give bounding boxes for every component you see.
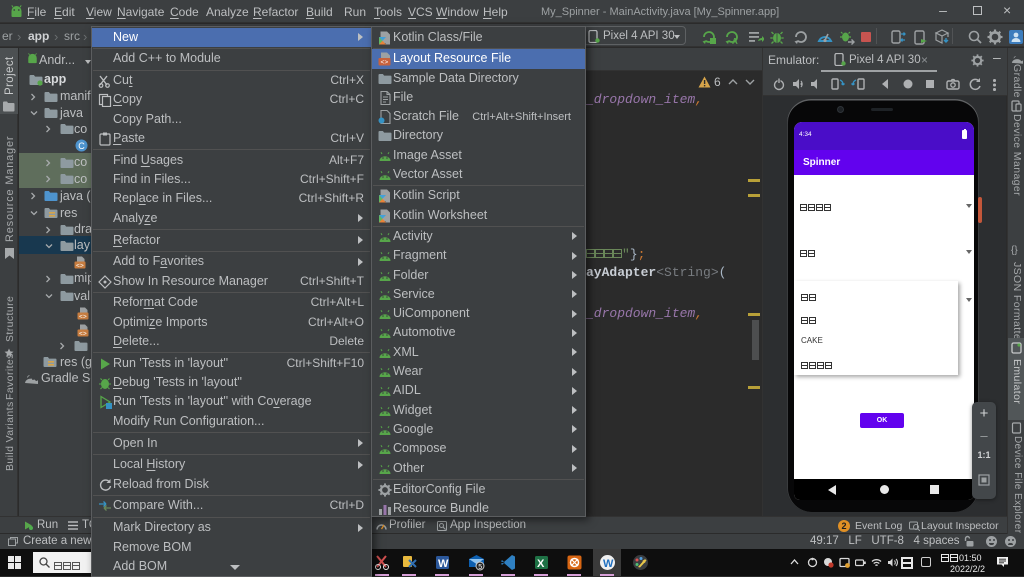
svg-text:W: W <box>438 558 449 570</box>
svg-text:<>: <> <box>76 262 84 269</box>
svg-text:A: A <box>732 37 738 45</box>
svg-text:<>: <> <box>79 330 87 337</box>
svg-text:5: 5 <box>478 564 482 571</box>
svg-text:C: C <box>78 141 85 151</box>
svg-text:<>: <> <box>79 313 87 320</box>
svg-text:W: W <box>603 558 614 570</box>
svg-text:X: X <box>537 558 545 570</box>
svg-text:<>: <> <box>381 59 389 66</box>
